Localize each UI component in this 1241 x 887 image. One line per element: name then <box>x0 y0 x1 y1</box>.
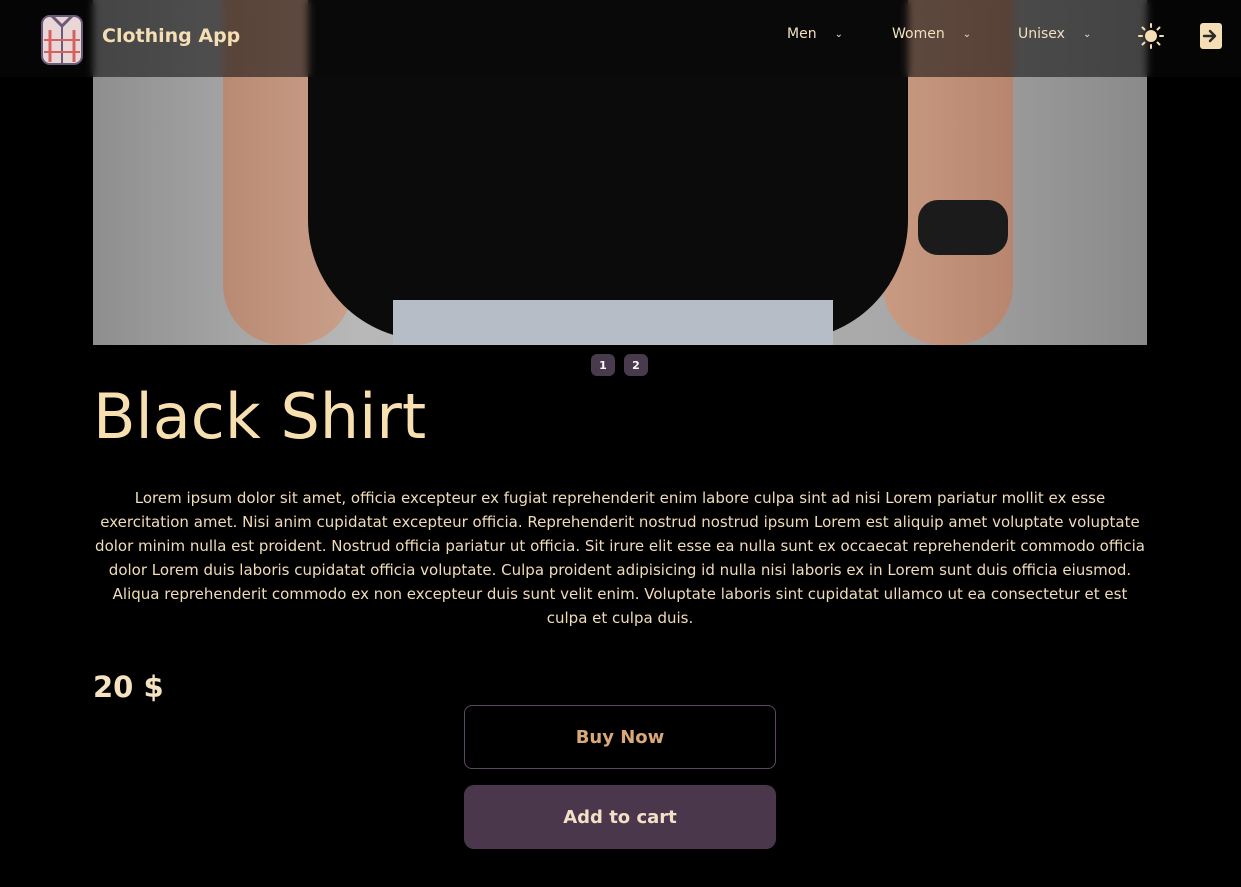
jeans <box>393 300 833 345</box>
product-description: Lorem ipsum dolor sit amet, officia exce… <box>95 489 1145 627</box>
chevron-down-icon: ⌄ <box>834 28 843 40</box>
brand-name[interactable]: Clothing App <box>102 25 240 47</box>
add-to-cart-button[interactable]: Add to cart <box>464 785 776 849</box>
menu-men[interactable]: Men ⌄ <box>787 26 843 42</box>
menu-unisex-label: Unisex <box>1018 26 1065 42</box>
product-price: 20 $ <box>93 670 164 704</box>
wristwatch <box>918 200 1008 255</box>
page-2-button[interactable]: 2 <box>624 354 648 376</box>
menu-women[interactable]: Women ⌄ <box>892 26 971 42</box>
login-icon[interactable] <box>1199 22 1223 50</box>
menu-men-label: Men <box>787 26 817 42</box>
menu-women-label: Women <box>892 26 945 42</box>
page-1-button[interactable]: 1 <box>591 354 615 376</box>
menu-unisex[interactable]: Unisex ⌄ <box>1018 26 1091 42</box>
shirt-logo-icon[interactable] <box>38 10 86 66</box>
chevron-down-icon: ⌄ <box>962 28 972 40</box>
image-pager: 1 2 <box>591 354 648 376</box>
chevron-down-icon: ⌄ <box>1082 28 1092 40</box>
buy-now-button[interactable]: Buy Now <box>464 705 776 769</box>
product-title: Black Shirt <box>93 380 427 453</box>
sun-icon[interactable] <box>1137 22 1165 50</box>
top-navbar: Clothing App Men ⌄ Women ⌄ Unisex ⌄ <box>0 0 1241 77</box>
